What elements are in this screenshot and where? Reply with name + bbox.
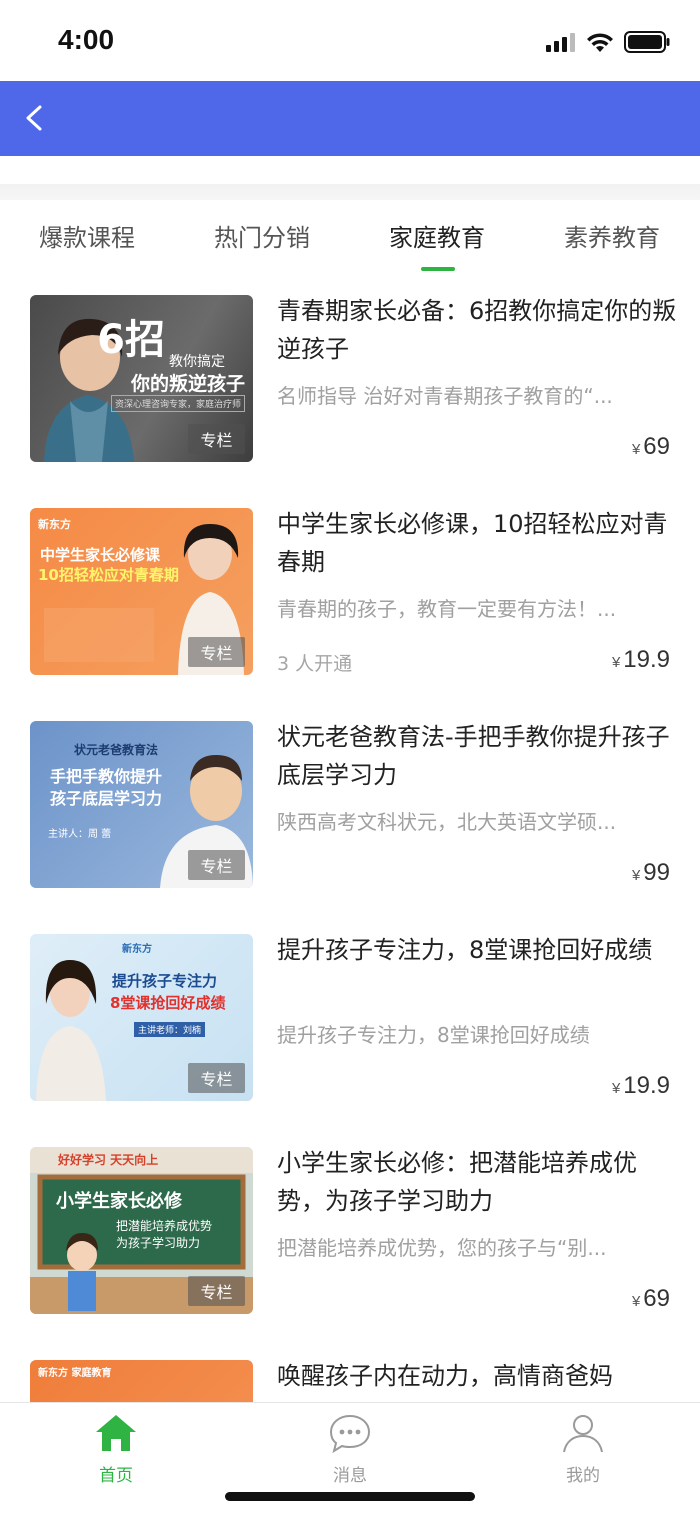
tab-hot-courses[interactable]: 爆款课程: [39, 218, 135, 253]
thumb-line1: 小学生家长必修: [56, 1191, 182, 1212]
bottom-tab-label: 我的: [566, 1466, 600, 1486]
navigation-bar: [0, 81, 700, 156]
bottom-tab-messages[interactable]: 消息: [300, 1413, 400, 1486]
course-price: ¥69: [632, 1285, 670, 1313]
column-badge: 专栏: [188, 637, 245, 667]
tab-hot-distribution[interactable]: 热门分销: [214, 218, 310, 253]
course-list: 6招 教你搞定 你的叛逆孩子 资深心理咨询专家，家庭治疗师 专栏 青春期家长必备…: [0, 276, 700, 1402]
price-value: 69: [643, 433, 670, 460]
course-description: 提升孩子专注力，8堂课抢回好成绩: [277, 1023, 590, 1047]
course-title: 小学生家长必修：把潜能培养成优势，为孩子学习助力: [277, 1149, 637, 1215]
back-arrow-icon[interactable]: [18, 101, 52, 135]
course-description: 名师指导 治好对青春期孩子教育的“...: [277, 384, 613, 408]
tab-family-education[interactable]: 家庭教育: [389, 218, 485, 253]
status-bar: 4:00: [0, 0, 700, 81]
column-badge: 专栏: [188, 1276, 245, 1306]
course-thumbnail: 新东方 家庭教育: [30, 1360, 253, 1402]
thumb-line1: 提升孩子专注力: [112, 972, 218, 990]
thumb-speaker: 主讲人：周 蕾: [48, 829, 112, 840]
active-tab-indicator: [421, 267, 455, 271]
thumb-line1: 教你搞定: [169, 354, 225, 370]
status-time: 4:00: [58, 24, 115, 55]
thumb-brand: 新东方: [122, 944, 152, 955]
course-thumbnail: 新东方 中学生家长必修课 10招轻松应对青春期 专栏: [30, 508, 253, 675]
message-icon: [329, 1414, 371, 1454]
subscriber-count: 3 人开通: [277, 653, 353, 675]
currency-symbol: ¥: [611, 1080, 621, 1097]
price-value: 19.9: [623, 1072, 670, 1099]
thumb-line2: 孩子底层学习力: [50, 789, 163, 808]
column-badge: 专栏: [188, 1063, 245, 1093]
currency-symbol: ¥: [611, 654, 621, 671]
price-value: 19.9: [623, 646, 670, 673]
thumb-brand: 新东方: [38, 518, 71, 531]
course-thumbnail: 6招 教你搞定 你的叛逆孩子 资深心理咨询专家，家庭治疗师 专栏: [30, 295, 253, 462]
course-price: ¥19.9: [612, 1072, 670, 1100]
price-value: 69: [643, 1285, 670, 1312]
bottom-tab-label: 首页: [99, 1466, 133, 1486]
currency-symbol: ¥: [631, 867, 641, 884]
header-spacer: [0, 156, 700, 200]
course-price: ¥99: [632, 859, 670, 887]
tab-quality-education[interactable]: 素养教育: [564, 218, 660, 253]
course-item[interactable]: 新东方 中学生家长必修课 10招轻松应对青春期 专栏 中学生家长必修课，10招轻…: [0, 489, 700, 702]
course-title: 状元老爸教育法-手把手教你提升孩子底层学习力: [277, 723, 670, 789]
currency-symbol: ¥: [631, 1293, 641, 1310]
thumb-speaker: 主讲老师：刘楠: [134, 1022, 206, 1037]
thumb-small-text: 状元老爸教育法: [74, 743, 159, 757]
thumb-line1: 中学生家长必修课: [40, 546, 161, 564]
bottom-tab-home[interactable]: 首页: [66, 1413, 166, 1486]
thumb-line2: 把潜能培养成优势: [116, 1219, 213, 1233]
course-title: 提升孩子专注力，8堂课抢回好成绩: [277, 936, 653, 964]
thumb-line2: 10招轻松应对青春期: [38, 566, 179, 584]
course-title: 中学生家长必修课，10招轻松应对青春期: [277, 510, 668, 576]
thumb-big-text: 6招: [97, 317, 165, 363]
course-thumbnail: 新东方 提升孩子专注力 8堂课抢回好成绩 主讲老师：刘楠 专栏: [30, 934, 253, 1101]
thumb-brand: 新东方 家庭教育: [38, 1368, 112, 1379]
price-value: 99: [643, 859, 670, 886]
wifi-icon: [587, 32, 613, 52]
course-price: ¥19.9: [612, 646, 670, 674]
cellular-signal-icon: [546, 33, 575, 52]
column-badge: 专栏: [188, 424, 245, 454]
thumb-line2: 你的叛逆孩子: [130, 373, 245, 395]
home-indicator: [225, 1492, 475, 1501]
thumb-note: 资深心理咨询专家，家庭治疗师: [110, 395, 245, 412]
course-item[interactable]: 新东方 家庭教育 唤醒孩子内在动力，高情商爸妈: [0, 1341, 700, 1402]
profile-icon: [563, 1415, 603, 1453]
status-icons: [546, 30, 670, 54]
thumb-line2: 8堂课抢回好成绩: [110, 994, 226, 1012]
category-tabs: 爆款课程 热门分销 家庭教育 素养教育: [0, 200, 700, 276]
course-item[interactable]: 新东方 提升孩子专注力 8堂课抢回好成绩 主讲老师：刘楠 专栏 提升孩子专注力，…: [0, 915, 700, 1128]
course-title: 青春期家长必备：6招教你搞定你的叛逆孩子: [277, 297, 677, 363]
currency-symbol: ¥: [631, 441, 641, 458]
course-thumbnail: 好好学习 天天向上 小学生家长必修 把潜能培养成优势 为孩子学习助力 专栏: [30, 1147, 253, 1314]
course-thumbnail: 状元老爸教育法 手把手教你提升 孩子底层学习力 主讲人：周 蕾 专栏: [30, 721, 253, 888]
thumb-banner: 好好学习 天天向上: [58, 1153, 159, 1167]
course-price: ¥69: [632, 433, 670, 461]
column-badge: 专栏: [188, 850, 245, 880]
course-description: 陕西高考文科状元，北大英语文学硕...: [277, 810, 617, 834]
home-icon: [96, 1415, 136, 1451]
bottom-tab-profile[interactable]: 我的: [533, 1413, 633, 1486]
battery-icon: [624, 31, 670, 53]
course-item[interactable]: 6招 教你搞定 你的叛逆孩子 资深心理咨询专家，家庭治疗师 专栏 青春期家长必备…: [0, 276, 700, 489]
thumb-line3: 为孩子学习助力: [116, 1236, 201, 1250]
course-title: 唤醒孩子内在动力，高情商爸妈: [277, 1362, 613, 1390]
thumb-line1: 手把手教你提升: [50, 767, 163, 786]
course-description: 把潜能培养成优势，您的孩子与“别...: [277, 1236, 607, 1260]
bottom-tab-label: 消息: [333, 1466, 367, 1486]
course-item[interactable]: 好好学习 天天向上 小学生家长必修 把潜能培养成优势 为孩子学习助力 专栏 小学…: [0, 1128, 700, 1341]
course-description: 青春期的孩子，教育一定要有方法！...: [277, 597, 617, 621]
course-item[interactable]: 状元老爸教育法 手把手教你提升 孩子底层学习力 主讲人：周 蕾 专栏 状元老爸教…: [0, 702, 700, 915]
